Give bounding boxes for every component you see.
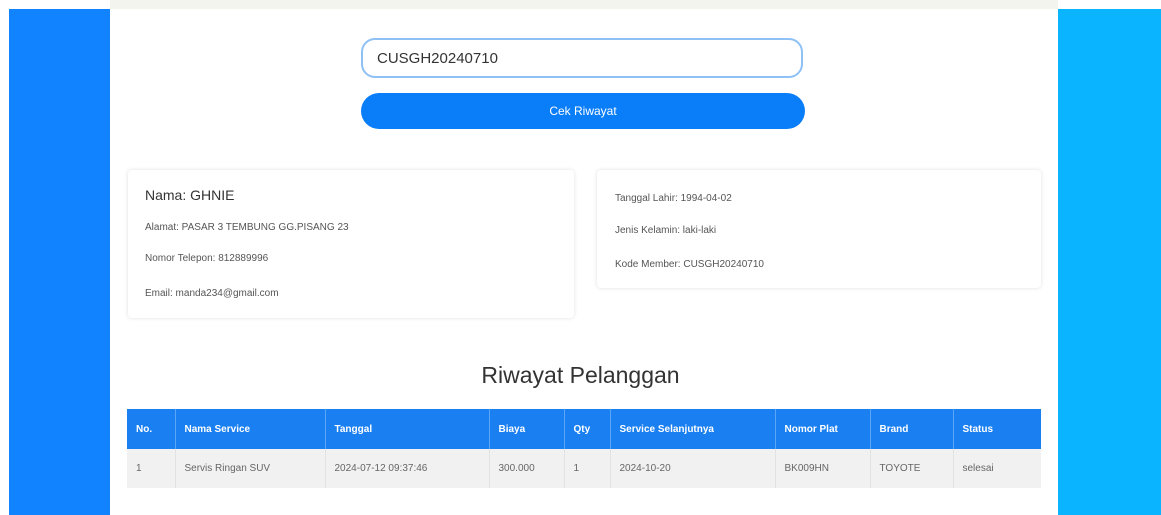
col-header-nomor-plat: Nomor Plat (775, 409, 871, 449)
customer-member-code: Kode Member: CUSGH20240710 (615, 259, 764, 270)
cell-tanggal: 2024-07-12 09:37:46 (325, 449, 490, 488)
customer-email: Email: manda234@gmail.com (145, 288, 279, 299)
cell-nomor-plat: BK009HN (775, 449, 871, 488)
customer-info-card: Nama: GHNIE Alamat: PASAR 3 TEMBUNG GG.P… (128, 170, 574, 318)
cell-biaya: 300.000 (489, 449, 565, 488)
cell-nama-service: Servis Ringan SUV (175, 449, 326, 488)
customer-phone: Nomor Telepon: 812889996 (145, 253, 269, 264)
right-side-panel (1058, 9, 1161, 515)
table-header-row: No. Nama Service Tanggal Biaya Qty Servi… (127, 409, 1041, 449)
customer-gender: Jenis Kelamin: laki-laki (615, 225, 717, 236)
cell-qty: 1 (564, 449, 611, 488)
col-header-tanggal: Tanggal (325, 409, 490, 449)
customer-address: Alamat: PASAR 3 TEMBUNG GG.PISANG 23 (145, 222, 349, 233)
history-title: Riwayat Pelanggan (481, 362, 680, 388)
customer-detail-card: Tanggal Lahir: 1994-04-02 Jenis Kelamin:… (597, 170, 1041, 288)
cek-riwayat-button[interactable]: Cek Riwayat (361, 93, 805, 129)
history-table: No. Nama Service Tanggal Biaya Qty Servi… (127, 409, 1041, 488)
cell-service-selanjutnya: 2024-10-20 (610, 449, 776, 488)
cell-status: selesai (953, 449, 1041, 488)
customer-birth-date: Tanggal Lahir: 1994-04-02 (615, 193, 732, 204)
col-header-status: Status (953, 409, 1041, 449)
customer-name: Nama: GHNIE (145, 187, 235, 203)
left-side-panel (9, 9, 110, 515)
col-header-brand: Brand (870, 409, 954, 449)
col-header-nama-service: Nama Service (175, 409, 326, 449)
col-header-qty: Qty (564, 409, 611, 449)
member-code-input[interactable] (361, 38, 803, 78)
col-header-no: No. (127, 409, 176, 449)
col-header-service-selanjutnya: Service Selanjutnya (610, 409, 776, 449)
table-row: 1 Servis Ringan SUV 2024-07-12 09:37:46 … (127, 449, 1041, 488)
top-strip (110, 0, 1058, 9)
cell-no: 1 (127, 449, 176, 488)
col-header-biaya: Biaya (489, 409, 565, 449)
cell-brand: TOYOTE (870, 449, 954, 488)
